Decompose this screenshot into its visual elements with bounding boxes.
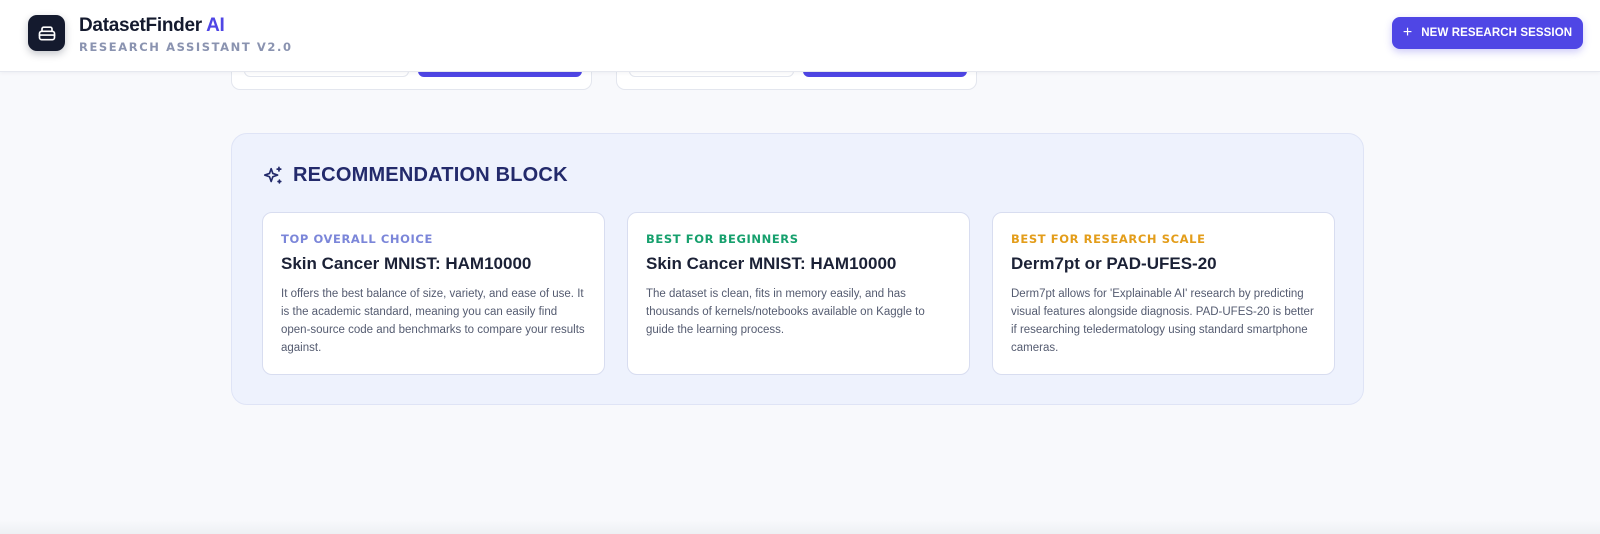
card-tag: BEST FOR BEGINNERS bbox=[646, 232, 799, 246]
app-title: DatasetFinder AI bbox=[79, 15, 225, 37]
brand-name: DatasetFinder bbox=[79, 15, 202, 36]
card-title: Skin Cancer MNIST: HAM10000 bbox=[646, 254, 897, 273]
recommendation-card[interactable]: BEST FOR RESEARCH SCALE Derm7pt or PAD-U… bbox=[992, 212, 1335, 375]
card-title: Skin Cancer MNIST: HAM10000 bbox=[281, 254, 532, 273]
new-research-session-label: NEW RESEARCH SESSION bbox=[1421, 27, 1573, 39]
recommendation-block: RECOMMENDATION BLOCK TOP OVERALL CHOICE … bbox=[231, 133, 1364, 405]
page-bottom-edge bbox=[0, 520, 1600, 534]
recommendation-title: RECOMMENDATION BLOCK bbox=[293, 164, 568, 186]
card-description: Derm7pt allows for 'Explainable AI' rese… bbox=[1011, 288, 1314, 354]
brand-suffix: AI bbox=[206, 15, 225, 36]
recommendation-header: RECOMMENDATION BLOCK bbox=[262, 164, 568, 187]
card-tag: TOP OVERALL CHOICE bbox=[281, 232, 433, 246]
app-header: DatasetFinder AI RESEARCH ASSISTANT V2.0… bbox=[0, 0, 1600, 72]
recommendation-card[interactable]: TOP OVERALL CHOICE Skin Cancer MNIST: HA… bbox=[262, 212, 605, 375]
logo[interactable] bbox=[28, 15, 65, 51]
app-subtitle: RESEARCH ASSISTANT V2.0 bbox=[79, 40, 293, 54]
card-description: The dataset is clean, fits in memory eas… bbox=[646, 288, 925, 336]
new-research-session-button[interactable]: + NEW RESEARCH SESSION bbox=[1392, 17, 1583, 49]
plus-icon: + bbox=[1402, 24, 1413, 41]
sparkles-icon bbox=[263, 165, 282, 184]
recommendation-card[interactable]: BEST FOR BEGINNERS Skin Cancer MNIST: HA… bbox=[627, 212, 970, 375]
archive-box-icon bbox=[38, 26, 55, 41]
card-description: It offers the best balance of size, vari… bbox=[281, 288, 585, 354]
card-title: Derm7pt or PAD-UFES-20 bbox=[1011, 254, 1217, 273]
card-tag: BEST FOR RESEARCH SCALE bbox=[1011, 232, 1206, 246]
